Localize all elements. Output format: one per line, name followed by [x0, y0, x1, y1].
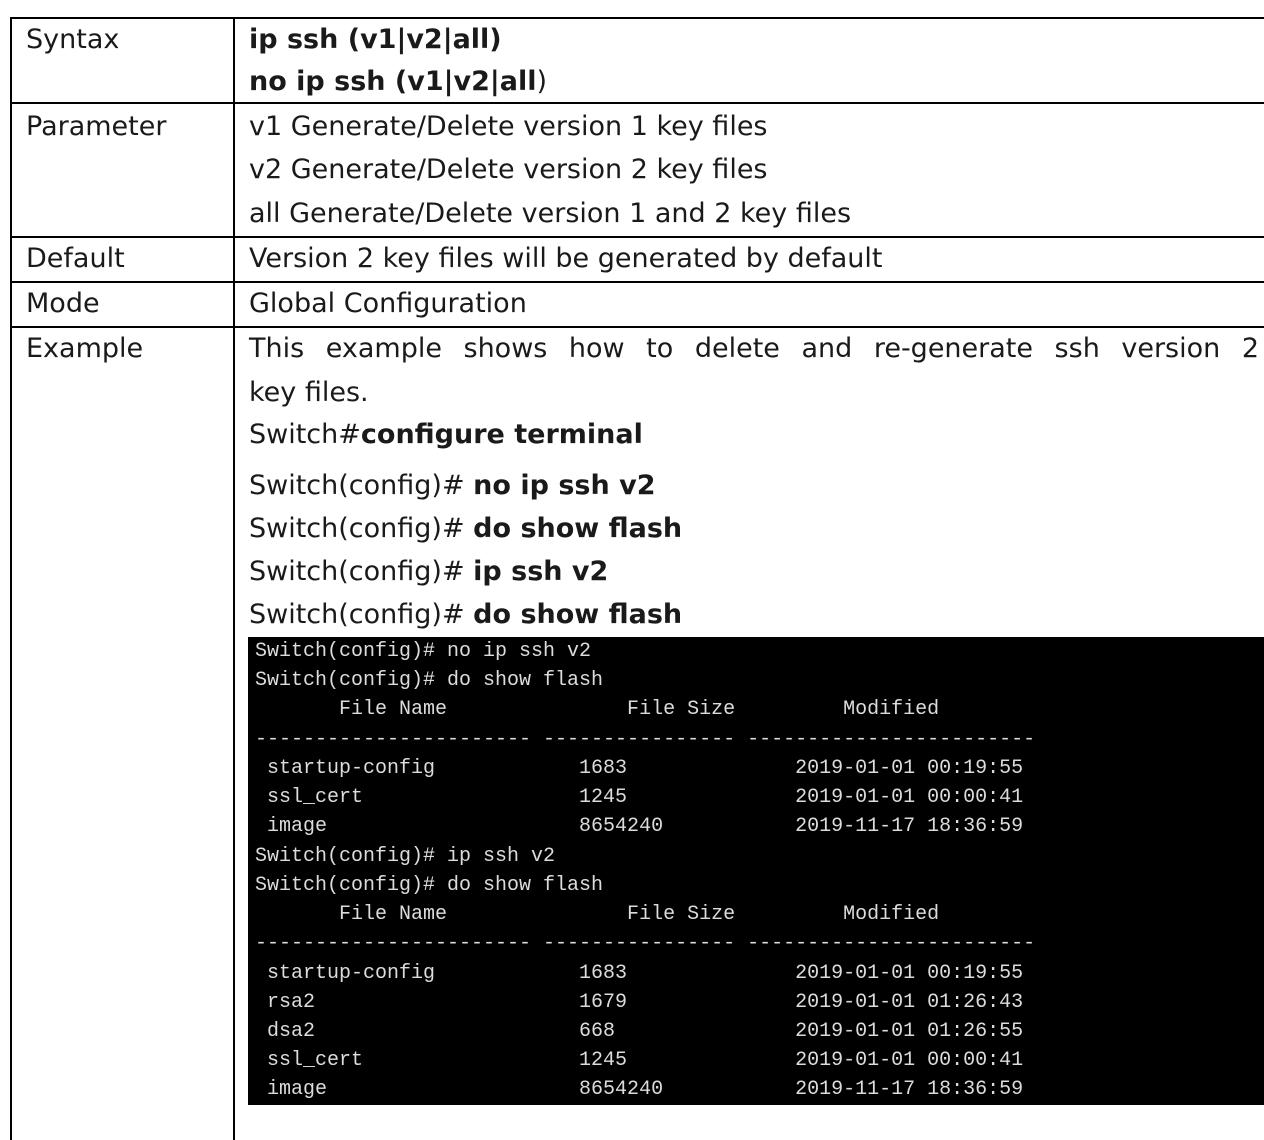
syntax-no-line: no ip ssh (v1|v2|all)	[249, 60, 547, 104]
terminal-line: Switch(config)# no ip ssh v2	[255, 640, 592, 663]
command-text: no ip ssh v2	[473, 470, 656, 501]
terminal-line: Switch(config)# do show flash	[255, 874, 604, 897]
command-prompt: Switch#	[249, 419, 361, 450]
command-text: configure terminal	[360, 419, 643, 450]
terminal-line: image 8654240 2019-11-17 18:36:59	[255, 815, 1024, 838]
terminal-line: image 8654240 2019-11-17 18:36:59	[255, 1078, 1024, 1101]
command-text: do show flash	[473, 513, 683, 544]
example-description: This example shows how to delete and re-…	[249, 333, 1259, 364]
default-label: Default	[26, 243, 125, 274]
terminal-line: File Name File Size Modified	[255, 903, 940, 926]
example-command: Switch(config)# ip ssh v2	[249, 550, 608, 594]
command-text: ip ssh v2	[473, 556, 609, 587]
row-divider	[10, 281, 1264, 283]
table-border-left	[10, 17, 12, 1140]
example-label: Example	[26, 333, 144, 364]
example-description-cont: key files.	[249, 377, 369, 408]
syntax-line: ip ssh (v1|v2|all)	[249, 24, 502, 55]
table-border-top	[10, 17, 1264, 19]
example-command: Switch(config)# no ip ssh v2	[249, 464, 655, 508]
example-command: Switch(config)# do show flash	[249, 593, 682, 637]
terminal-line: ----------------------- ----------------…	[255, 728, 1036, 751]
terminal-line: startup-config 1683 2019-01-01 00:19:55	[255, 757, 1024, 780]
column-divider	[233, 17, 235, 1140]
syntax-label: Syntax	[26, 24, 120, 55]
terminal-line: Switch(config)# do show flash	[255, 669, 604, 692]
command-prompt: Switch(config)#	[249, 599, 474, 630]
command-prompt: Switch(config)#	[249, 470, 474, 501]
terminal-line: dsa2 668 2019-01-01 01:26:55	[255, 1020, 1024, 1043]
terminal-line: rsa2 1679 2019-01-01 01:26:43	[255, 991, 1024, 1014]
parameter-v2: v2 Generate/Delete version 2 key files	[249, 154, 768, 185]
command-prompt: Switch(config)#	[249, 513, 474, 544]
syntax-no-command: no ip ssh (v1|v2|all	[249, 66, 537, 97]
parameter-v1: v1 Generate/Delete version 1 key files	[249, 111, 768, 142]
example-command: Switch(config)# do show flash	[249, 507, 682, 551]
terminal-line: Switch(config)# ip ssh v2	[255, 845, 556, 868]
terminal-line: File Name File Size Modified	[255, 698, 940, 721]
command-prompt: Switch(config)#	[249, 556, 474, 587]
terminal-line: ssl_cert 1245 2019-01-01 00:00:41	[255, 1049, 1024, 1072]
mode-label: Mode	[26, 288, 100, 319]
parameter-all: all Generate/Delete version 1 and 2 key …	[249, 198, 852, 229]
row-divider	[10, 102, 1264, 104]
parameter-label: Parameter	[26, 111, 167, 142]
terminal-line: startup-config 1683 2019-01-01 00:19:55	[255, 962, 1024, 985]
syntax-no-close: )	[536, 66, 548, 97]
command-reference-table: Syntax ip ssh (v1|v2|all) no ip ssh (v1|…	[0, 0, 1264, 1140]
mode-value: Global Configuration	[249, 288, 527, 319]
example-command: Switch#configure terminal	[249, 413, 643, 457]
default-value: Version 2 key files will be generated by…	[249, 243, 883, 274]
terminal-line: ssl_cert 1245 2019-01-01 00:00:41	[255, 786, 1024, 809]
terminal-line: ----------------------- ----------------…	[255, 932, 1036, 955]
command-text: do show flash	[473, 599, 683, 630]
terminal-output: Switch(config)# no ip ssh v2 Switch(conf…	[248, 637, 1264, 1105]
